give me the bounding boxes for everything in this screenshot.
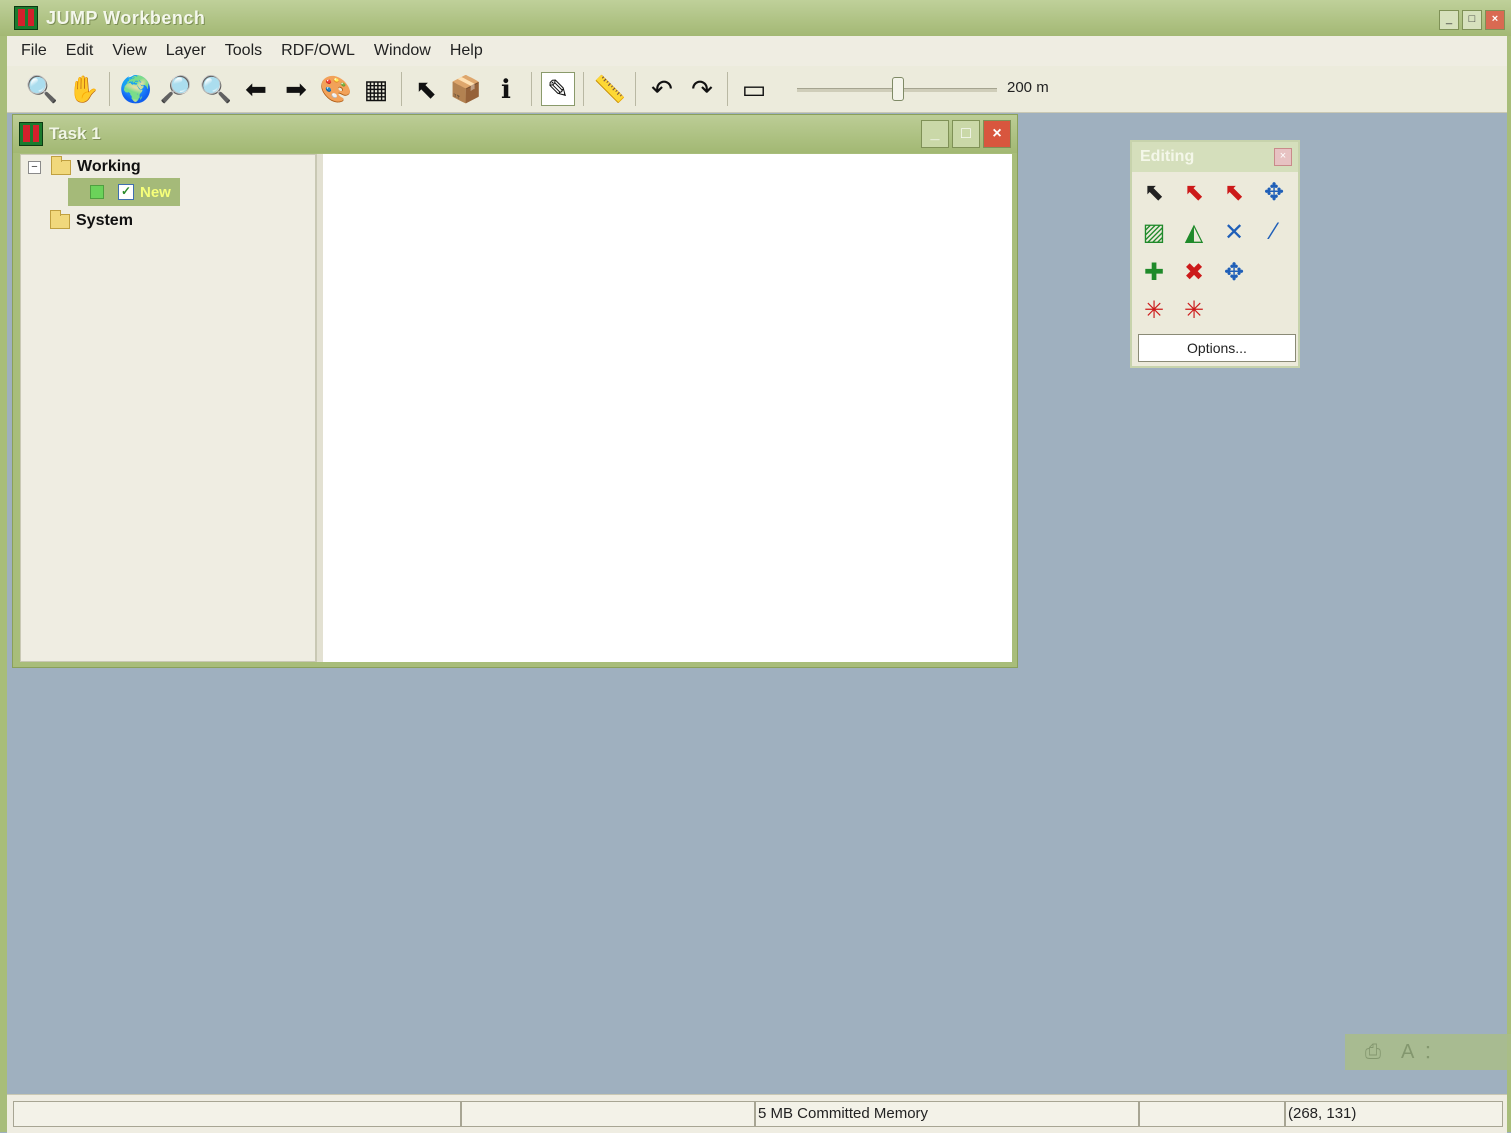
memory-status: 5 MB Committed Memory [755,1101,1139,1127]
draw-linestring-icon[interactable]: ✕ [1218,216,1250,248]
close-button[interactable]: × [1485,10,1505,30]
zoom-slider[interactable] [797,75,997,103]
system-tray: ⎙ A ▪ ▪ [1345,1034,1511,1070]
editing-close-button[interactable]: × [1274,148,1292,166]
draw-rectangle-icon[interactable]: ▨ [1138,216,1170,248]
attribute-table-icon[interactable]: ▦ [359,72,393,106]
category-system-label: System [76,212,133,229]
editing-toolbox: Editing × ⬉ ⬉ ⬉ ✥ ▨ ◭ ✕ ⁄ ✚ ✖ ✥ ✳ ✳ Opti… [1130,140,1300,368]
toolbar-separator [583,72,584,106]
delete-vertex-icon[interactable]: ✖ [1178,256,1210,288]
status-cell-4 [1139,1101,1285,1127]
toolbar-separator [109,72,110,106]
menu-layer[interactable]: Layer [166,42,206,60]
select-box-icon[interactable]: 📦 [449,72,483,106]
folder-open-icon [51,155,71,175]
select-features-icon[interactable]: ⬉ [409,72,443,106]
zoom-slider-thumb[interactable] [892,77,904,101]
toolbar-separator [635,72,636,106]
select-linestring-icon[interactable]: ⬉ [1218,176,1250,208]
layer-row-new[interactable]: ✓ New [68,178,180,206]
insert-vertex-icon[interactable]: ✚ [1138,256,1170,288]
zoom-tool-icon[interactable]: 🔍 [25,72,59,106]
task-minimize-button[interactable]: _ [921,120,949,148]
input-method-icon[interactable]: A [1401,1041,1414,1064]
menu-help[interactable]: Help [450,42,483,60]
menu-view[interactable]: View [112,42,146,60]
status-message [13,1101,461,1127]
maximize-button[interactable]: □ [1462,10,1482,30]
jump-logo-icon [14,6,38,30]
draw-point-icon[interactable]: ⁄ [1258,216,1290,248]
layer-name: New [140,183,171,201]
editing-options-button[interactable]: Options... [1138,334,1296,362]
redo-icon[interactable]: ↷ [685,72,719,106]
menu-edit[interactable]: Edit [66,42,94,60]
fence-icon[interactable]: ▭ [737,72,771,106]
move-vertex-icon[interactable]: ✥ [1218,256,1250,288]
menu-window[interactable]: Window [374,42,431,60]
toolbar-separator [531,72,532,106]
toolbar-separator [727,72,728,106]
snap-vertex-icon[interactable]: ✳ [1138,294,1170,326]
layer-visible-checkbox[interactable]: ✓ [118,184,134,200]
zoom-next-icon[interactable]: ➡ [279,72,313,106]
main-toolbar: 🔍 ✋ 🌍 🔎 🔍 ⬅ ➡ 🎨 ▦ ⬉ 📦 ℹ ✎ 📏 ↶ ↷ ▭ 200 m [7,66,1507,113]
feature-info-icon[interactable]: ℹ [489,72,523,106]
window-frame-left [0,0,7,1132]
editing-titlebar[interactable]: Editing × [1132,142,1298,172]
app-title: JUMP Workbench [46,7,206,28]
task-window-controls: _ □ × [921,120,1011,148]
editing-title: Editing [1140,148,1195,165]
task-close-button[interactable]: × [983,120,1011,148]
status-cell-2 [461,1101,755,1127]
menu-rdf-owl[interactable]: RDF/OWL [281,42,355,60]
select-feature-icon[interactable]: ⬉ [1138,176,1170,208]
category-working-label: Working [77,158,141,175]
coordinate-readout: (268, 131) [1285,1101,1503,1127]
tree-node-system[interactable]: System [50,209,133,230]
editing-toolbox-icon[interactable]: ✎ [541,72,575,106]
select-part-icon[interactable]: ⬉ [1178,176,1210,208]
statusbar: 5 MB Committed Memory (268, 131) [7,1094,1507,1133]
pan-tool-icon[interactable]: ✋ [67,72,101,106]
layer-style-swatch [90,185,104,199]
app-titlebar[interactable]: JUMP Workbench _ □ × [0,0,1511,36]
tree-node-working[interactable]: − Working [28,155,141,176]
task-titlebar[interactable]: Task 1 _ □ × [13,115,1017,153]
task-title: Task 1 [49,124,101,143]
zoom-previous-icon[interactable]: ⬅ [239,72,273,106]
app-window-controls: _ □ × [1439,10,1505,30]
task-maximize-button[interactable]: □ [952,120,980,148]
window-frame-right [1507,0,1511,1132]
draw-polygon-icon[interactable]: ◭ [1178,216,1210,248]
measure-icon[interactable]: 📏 [593,72,627,106]
folder-icon [50,209,70,229]
keyboard-status-icon: ▪ ▪ [1426,1042,1430,1062]
layer-tree-panel [20,154,316,662]
scale-label: 200 m [1007,79,1049,96]
zoom-to-selected-icon[interactable]: 🔎 [159,72,193,106]
move-selected-icon[interactable]: ✥ [1258,176,1290,208]
minimize-button[interactable]: _ [1439,10,1459,30]
undo-icon[interactable]: ↶ [645,72,679,106]
zoom-full-extent-icon[interactable]: 🌍 [119,72,153,106]
map-canvas[interactable] [323,154,1012,662]
printer-icon[interactable]: ⎙ [1365,1041,1381,1064]
collapse-icon[interactable]: − [28,160,41,174]
change-styles-icon[interactable]: 🎨 [319,72,353,106]
toolbar-separator [401,72,402,106]
task-logo-icon [19,122,43,146]
zoom-fence-icon[interactable]: 🔍 [199,72,233,106]
menubar: File Edit View Layer Tools RDF/OWL Windo… [7,36,1507,66]
menu-file[interactable]: File [21,42,47,60]
menu-tools[interactable]: Tools [225,42,262,60]
snap-vertices-icon[interactable]: ✳ [1178,294,1210,326]
